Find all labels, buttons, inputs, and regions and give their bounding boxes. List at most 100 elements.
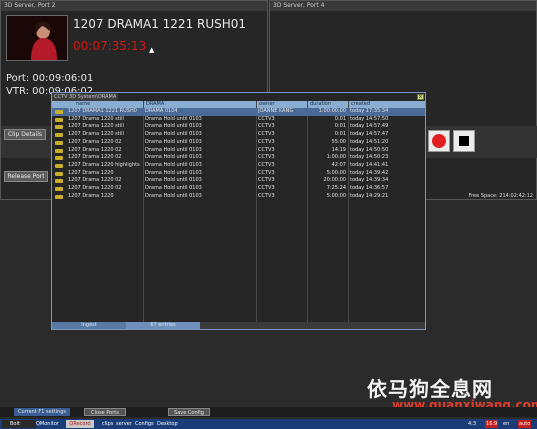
column-header-duration[interactable]: duration (308, 101, 350, 108)
clip-icon (55, 163, 63, 168)
taskbar-item-bolt[interactable]: Bolt (2, 420, 36, 428)
cell-group: Drama Hold until 0103 (145, 161, 202, 168)
clip-row[interactable]: 1207 Drama 1220 02 Drama Hold until 0103 C… (52, 185, 425, 193)
cell-owner: CCTV3 (258, 169, 275, 176)
cell-name: 1207 Drama 1220 still (68, 131, 124, 138)
clip-icon (55, 171, 63, 176)
clip-row[interactable]: 1207 Drama 1220 still Drama Hold until 01… (52, 131, 425, 139)
release-port-button[interactable]: Release Port (4, 171, 48, 182)
clip-browser-title: CCTV 3D System\DRAMA (52, 93, 119, 101)
close-icon[interactable]: × (417, 94, 424, 100)
taskbar-item-desktop[interactable]: Desktop (157, 420, 178, 428)
clip-icon (55, 187, 63, 191)
clip-row[interactable]: 1207 Drama 1220 highlights Drama Hold unt… (52, 162, 425, 170)
cell-created: today 14:57:47 (350, 131, 389, 138)
stop-button[interactable] (453, 130, 475, 152)
clip-icon (55, 194, 63, 199)
clip-row[interactable]: 1207 Drama 1220 Drama Hold until 0103 CCTV… (52, 193, 425, 201)
clip-row[interactable]: 1207 Drama 1220 still Drama Hold until 01… (52, 116, 425, 124)
cell-group: Drama Hold until 0103 (145, 123, 202, 130)
column-header-created[interactable]: created (349, 101, 421, 108)
aspect-4-3[interactable]: 4:3 (468, 420, 476, 428)
cell-duration: 0:01 (334, 115, 346, 122)
clip-details-button[interactable]: Clip Details (4, 129, 46, 140)
cell-created: today 14:57:49 (350, 123, 389, 130)
port-timecode: Port: 00:09:06:01 (6, 73, 94, 84)
column-header-owner[interactable]: owner (257, 101, 309, 108)
clip-timecode: 00:07:35:13 (73, 39, 147, 53)
cell-owner: CCTV3 (258, 123, 275, 130)
taskbar-item-qrecord[interactable]: QRecord (66, 420, 94, 428)
cell-group: Drama Hold until 0103 (145, 154, 202, 161)
cell-created: today 14:29:21 (350, 192, 389, 199)
cell-created: today 14:41:41 (350, 161, 389, 168)
ingest-tab[interactable]: Ingest (52, 322, 126, 329)
cell-owner: CCTV3 (258, 185, 275, 191)
clip-thumbnail (6, 15, 68, 61)
cell-duration: 1:00:00 (326, 154, 346, 161)
cursor-icon: ▲ (149, 46, 155, 54)
cell-duration: 0:01 (334, 131, 346, 138)
clip-row[interactable]: 1207 Drama 1220 02 Drama Hold until 0103 C… (52, 154, 425, 162)
cell-group: Drama Hold until 0103 (145, 138, 202, 145)
cell-owner: CCTV3 (258, 146, 275, 153)
cell-duration: 42:07 (331, 161, 346, 168)
aspect-16-9[interactable]: 16:9 (485, 420, 499, 428)
free-space-label: Free Space: 214:02:42:12 (468, 193, 533, 199)
cell-name: 1207 Drama 1220 still (68, 115, 124, 122)
cell-duration: 55:00 (331, 138, 346, 145)
cell-created: today 14:39:42 (350, 169, 389, 176)
clip-icon (55, 110, 63, 114)
record-button[interactable] (428, 130, 450, 152)
taskbar-item-server[interactable]: server (116, 420, 132, 428)
stop-icon (459, 136, 469, 146)
clip-row[interactable]: 1207 Drama 1220 02 Drama Hold until 0103 C… (52, 147, 425, 155)
bottom-button-bar: Current F1 settings Close Ports Save Con… (0, 407, 537, 417)
auto-indicator[interactable]: auto (518, 420, 532, 428)
clip-row[interactable]: 1207 Drama 1220 still Drama Hold until 01… (52, 123, 425, 131)
cell-duration: 14:19 (331, 146, 346, 153)
column-header-group[interactable]: DRAMA (144, 101, 256, 108)
save-config-button[interactable]: Save Config (168, 408, 210, 416)
cell-owner: CCTV3 (258, 192, 275, 199)
taskbar-item-qmonitor[interactable]: QMonitor (36, 420, 62, 428)
cell-owner: CCTV3 (258, 161, 275, 168)
cell-name: 1207 Drama 1220 (68, 169, 114, 176)
close-ports-button[interactable]: Close Ports (84, 408, 126, 416)
language-indicator[interactable]: en (503, 420, 509, 428)
clip-icon (55, 133, 63, 138)
record-icon (432, 134, 446, 148)
current-f1-settings-button[interactable]: Current F1 settings (14, 408, 70, 416)
cell-duration: 0:01 (334, 123, 346, 130)
column-header-name[interactable]: name (74, 101, 144, 108)
taskbar-item-configs[interactable]: Configs (135, 420, 154, 428)
cell-name: 1207 Drama 1220 still (68, 123, 124, 130)
cell-group: Drama Hold until 0103 (145, 115, 202, 122)
cell-group: Drama Hold until 0103 (145, 169, 202, 176)
clip-name: 1207 DRAMA1 1221 RUSH01 (73, 17, 247, 31)
clip-thumbnail-image (7, 16, 67, 60)
cell-created: today 14:36:57 (350, 185, 389, 191)
cell-name: 1207 Drama 1220 02 (68, 154, 122, 161)
entries-count: 67 entries (126, 322, 200, 329)
clip-table-header: name DRAMA owner duration created (52, 101, 425, 108)
clip-row[interactable]: 1207 Drama 1220 Drama Hold until 0103 CCTV… (52, 170, 425, 178)
taskbar: Bolt QMonitor QRecord clips server Confi… (0, 419, 537, 429)
clip-row[interactable]: 1207 Drama 1220 02 Drama Hold until 0103 C… (52, 139, 425, 147)
cell-created: today 14:51:20 (350, 138, 389, 145)
cell-duration: 5:00:00 (326, 169, 346, 176)
cell-created: today 14:39:34 (350, 177, 389, 184)
cell-owner: CCTV3 (258, 177, 275, 184)
clip-icon (55, 125, 63, 130)
clip-browser-footer: Ingest 67 entries (52, 322, 425, 329)
cell-duration: 7:25:24 (326, 185, 346, 191)
clip-row[interactable]: 1207 Drama 1220 02 Drama Hold until 0103 C… (52, 177, 425, 185)
cell-owner: CCTV3 (258, 115, 275, 122)
cell-duration: 1:00:00:00 (318, 108, 346, 114)
cell-group: Drama Hold until 0103 (145, 192, 202, 199)
taskbar-item-clips[interactable]: clips (102, 420, 113, 428)
clip-icon (55, 179, 63, 184)
clip-row[interactable]: 1207 DRAMA1 1221 RUSH0 DRAMA 0104 JOANNE K… (52, 108, 425, 116)
clip-icon (55, 117, 63, 122)
clip-icon (55, 140, 63, 145)
